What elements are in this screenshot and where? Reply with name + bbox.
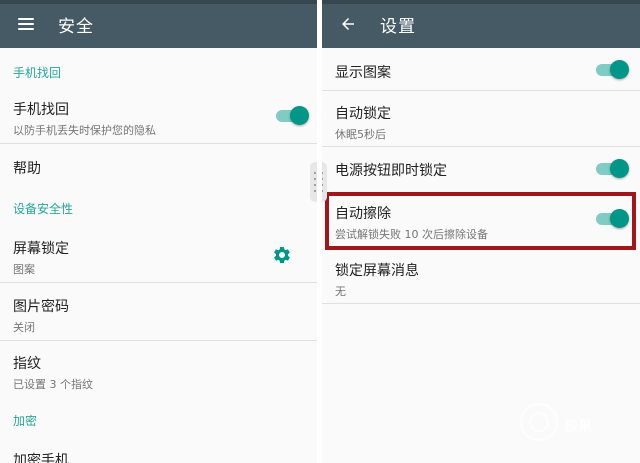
- setting-subtitle: 无: [335, 285, 346, 298]
- menu-icon[interactable]: [2, 0, 50, 48]
- status-bar: [322, 0, 640, 4]
- setting-title: 电源按钮即时锁定: [335, 163, 447, 179]
- setting-show-pattern[interactable]: 显示图案: [322, 54, 640, 94]
- divider: [322, 303, 640, 304]
- app-bar: 安全: [0, 0, 317, 48]
- page-title: 安全: [58, 16, 94, 37]
- status-bar: [0, 0, 317, 4]
- divider: [0, 340, 317, 341]
- setting-power-button-lock[interactable]: 电源按钮即时锁定: [322, 152, 640, 192]
- setting-help[interactable]: 帮助: [0, 158, 317, 188]
- setting-title: 手机找回: [13, 102, 69, 118]
- divider: [322, 146, 640, 147]
- setting-fingerprint[interactable]: 指纹 已设置 3 个指纹: [0, 353, 317, 397]
- page-title: 设置: [380, 16, 416, 37]
- setting-subtitle: 关闭: [13, 321, 35, 334]
- setting-title: 显示图案: [335, 65, 391, 81]
- setting-title: 屏幕锁定: [13, 241, 69, 257]
- divider: [322, 90, 640, 91]
- divider: [0, 282, 317, 283]
- setting-auto-lock[interactable]: 自动锁定 休眠5秒后: [322, 103, 640, 147]
- security-settings-panel: 安全 手机找回 手机找回 以防手机丢失时保护您的隐私 帮助 设备安全性 屏幕锁定…: [0, 0, 317, 463]
- setting-title: 自动锁定: [335, 106, 391, 122]
- gear-icon[interactable]: [272, 245, 292, 265]
- settings-list: 显示图案 自动锁定 休眠5秒后 电源按钮即时锁定 自动擦除 尝试解锁失败 10 …: [322, 48, 640, 463]
- screenshot-root: 安全 手机找回 手机找回 以防手机丢失时保护您的隐私 帮助 设备安全性 屏幕锁定…: [0, 0, 640, 463]
- settings-list: 手机找回 手机找回 以防手机丢失时保护您的隐私 帮助 设备安全性 屏幕锁定 图案…: [0, 48, 317, 463]
- setting-lock-screen-message[interactable]: 锁定屏幕消息 无: [322, 260, 640, 304]
- setting-title: 加密手机: [13, 453, 69, 463]
- back-arrow-icon[interactable]: [324, 0, 372, 48]
- scroll-handle[interactable]: [310, 162, 317, 202]
- category-find-phone: 手机找回: [13, 66, 62, 80]
- setting-picture-password[interactable]: 图片密码 关闭: [0, 296, 317, 340]
- scroll-handle[interactable]: [322, 162, 327, 202]
- divider: [0, 143, 317, 144]
- app-bar: 设置: [322, 0, 640, 48]
- setting-find-phone[interactable]: 手机找回 以防手机丢失时保护您的隐私: [0, 96, 317, 146]
- setting-title: 帮助: [13, 161, 41, 177]
- setting-subtitle: 已设置 3 个指纹: [13, 378, 93, 391]
- lock-settings-panel: 设置 显示图案 自动锁定 休眠5秒后 电源按钮即时锁定 自动擦除 尝试解锁失败 …: [322, 0, 640, 463]
- setting-encrypt-phone[interactable]: 加密手机: [0, 450, 317, 463]
- setting-title: 锁定屏幕消息: [335, 263, 419, 279]
- watermark-text: 极果: [564, 419, 592, 435]
- setting-subtitle: 休眠5秒后: [335, 128, 386, 141]
- category-encryption: 加密: [13, 414, 38, 428]
- setting-subtitle: 图案: [13, 263, 35, 276]
- power-button-lock-toggle[interactable]: [594, 158, 630, 178]
- show-pattern-toggle[interactable]: [594, 59, 630, 79]
- setting-screen-lock[interactable]: 屏幕锁定 图案: [0, 238, 317, 282]
- find-phone-toggle[interactable]: [274, 105, 310, 125]
- setting-title: 图片密码: [13, 299, 69, 315]
- category-device-security: 设备安全性: [13, 202, 74, 216]
- highlight-box: [325, 192, 636, 250]
- setting-title: 指纹: [13, 356, 41, 372]
- setting-subtitle: 以防手机丢失时保护您的隐私: [13, 124, 156, 137]
